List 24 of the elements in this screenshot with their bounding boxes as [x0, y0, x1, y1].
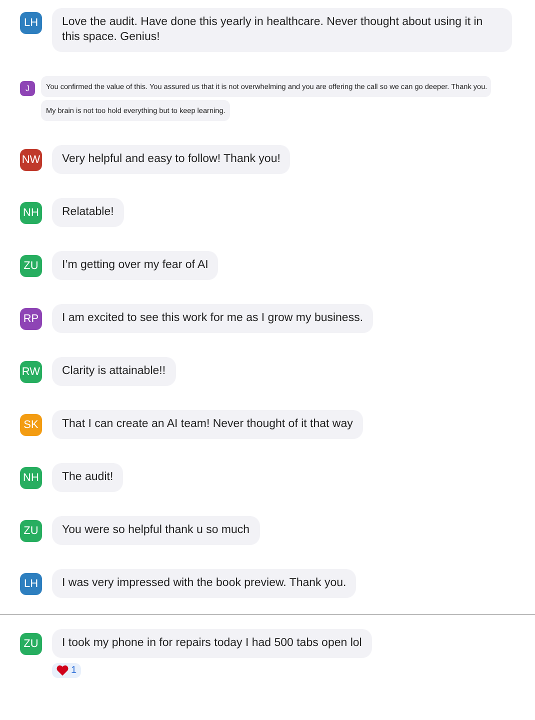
avatar: RP [20, 308, 42, 330]
avatar: J [20, 81, 35, 96]
message-bubble: Love the audit. Have done this yearly in healthcare. Never thought about using it in this space. Genius! [52, 8, 512, 52]
message-bubble: That I can create an AI team! Never thought of it that way [52, 410, 363, 439]
avatar: NW [20, 149, 42, 171]
message-bubble: I am excited to see this work for me as I grow my business. [52, 304, 374, 333]
avatar: RW [20, 361, 42, 383]
avatar: ZU [20, 520, 42, 542]
avatar: LH [20, 12, 42, 34]
avatar: ZU [20, 255, 42, 277]
message-bubble: You were so helpful thank u so much [52, 516, 260, 545]
reaction-badge[interactable]: 1 [52, 663, 81, 678]
message-bubble: Relatable! [52, 198, 124, 227]
avatar: SK [20, 414, 42, 436]
message-bubble: I was very impressed with the book preview. Thank you. [52, 569, 356, 598]
avatar: NH [20, 202, 42, 224]
message-bubble: I took my phone in for repairs today I had 500 tabs open lol [52, 629, 372, 658]
message-bubble: Very helpful and easy to follow! Thank you! [52, 145, 290, 174]
message-bubble: I’m getting over my fear of AI [52, 251, 218, 280]
avatar: LH [20, 573, 42, 595]
avatar: NH [20, 467, 42, 489]
message-bubble: The audit! [52, 463, 124, 492]
message-bubble: Clarity is attainable!! [52, 357, 176, 386]
avatar: ZU [20, 633, 42, 655]
